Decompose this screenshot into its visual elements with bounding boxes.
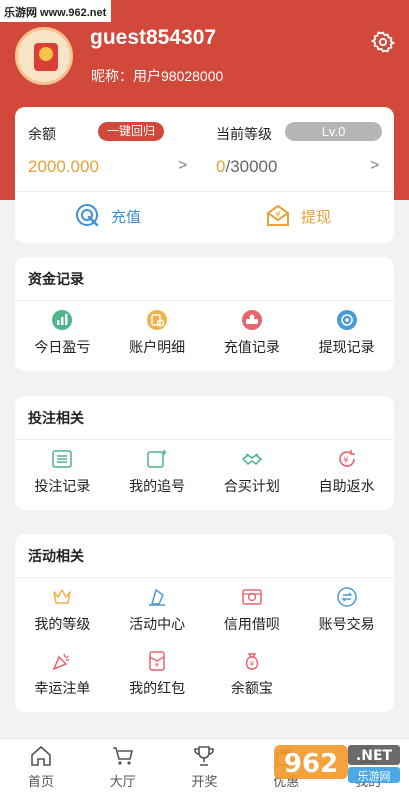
level-total: /30000 (225, 157, 278, 176)
trophy-icon (194, 746, 215, 766)
recharge-record-icon (241, 310, 262, 330)
menu-item-label: 充值记录 (223, 339, 280, 355)
level-arrow-icon[interactable]: > (370, 157, 379, 175)
ledger-icon (147, 310, 168, 330)
recharge-label: 充值 (111, 208, 142, 226)
menu-item-rebate[interactable]: ¥ 自助返水 (299, 440, 394, 504)
menu-item-chart[interactable]: 今日盈亏 (15, 301, 110, 365)
tab-label: 开奖 (191, 774, 218, 789)
redpacket-icon: ¥ (149, 651, 165, 671)
exchange-icon (336, 587, 357, 607)
section-activities: 活动相关 我的等级 活动中心 信用借呗 账号交易幸运注单 ¥ 我的红包 ¥ 余额宝 (15, 534, 394, 712)
section-betting: 投注相关 投注记录 我的追号 合买计划 ¥ 自助返水 (15, 396, 394, 510)
menu-item-exchange[interactable]: 账号交易 (299, 578, 394, 642)
svg-text:乐游网: 乐游网 (358, 770, 391, 783)
menu-item-bet-record[interactable]: 投注记录 (15, 440, 110, 504)
balance-arrow-icon[interactable]: > (178, 157, 187, 175)
section-funds: 资金记录 今日盈亏 账户明细 充值记录 提现记录 (15, 257, 394, 371)
activity-icon (149, 588, 166, 606)
menu-item-label: 合买计划 (223, 478, 280, 494)
username: guest854307 (90, 26, 217, 49)
balance-card: 余额 一键回归 当前等级 Lv.0 2000.000 > 0/30000 > 充… (15, 107, 394, 243)
menu-item-redpacket[interactable]: ¥ 我的红包 (110, 642, 205, 706)
settings-gear-icon[interactable] (371, 30, 395, 54)
menu-item-label: 我的等级 (34, 616, 91, 632)
site-watermark: 乐游网 www.962.net (0, 0, 112, 22)
tab-home[interactable]: 首页 (0, 739, 82, 792)
withdraw-envelope-icon: ¥ (267, 204, 289, 226)
962-logo-watermark: 962 .NET 乐游网 (274, 745, 400, 783)
menu-item-recharge-record[interactable]: 充值记录 (205, 301, 300, 365)
tab-label: 首页 (27, 774, 54, 789)
recharge-icon (76, 204, 99, 227)
menu-item-activity[interactable]: 活动中心 (110, 578, 205, 642)
svg-text:¥: ¥ (275, 210, 280, 219)
level-badge: Lv.0 (285, 122, 382, 141)
divider (15, 191, 394, 192)
menu-item-withdraw-record[interactable]: 提现记录 (299, 301, 394, 365)
level-label: 当前等级 (216, 126, 272, 142)
menu-item-label: 我的追号 (129, 478, 186, 494)
menu-item-label: 我的红包 (129, 680, 186, 696)
section-title: 资金记录 (15, 257, 394, 301)
svg-text:.NET: .NET (356, 748, 393, 764)
menu-item-credit[interactable]: 信用借呗 (205, 578, 300, 642)
menu-item-label: 信用借呗 (223, 616, 280, 632)
cart-icon (112, 747, 133, 765)
level-progress[interactable]: 0/30000 (216, 157, 277, 177)
section-title: 投注相关 (15, 396, 394, 440)
tab-label: 大厅 (109, 774, 136, 789)
balance-value[interactable]: 2000.000 (28, 157, 99, 177)
crown-icon (53, 589, 72, 604)
balance-label: 余额 (28, 126, 56, 142)
menu-item-label: 今日盈亏 (34, 339, 91, 355)
svg-text:¥: ¥ (155, 661, 160, 669)
section-title: 活动相关 (15, 534, 394, 578)
nickname: 昵称：用户98028000 (91, 68, 224, 84)
party-icon (52, 653, 70, 671)
one-click-return-button[interactable]: 一键回归 (98, 122, 164, 141)
menu-item-ledger[interactable]: 账户明细 (110, 301, 205, 365)
svg-text:¥: ¥ (343, 456, 349, 466)
recharge-button[interactable]: 充值 (75, 199, 141, 233)
handshake-icon (241, 453, 262, 465)
avatar[interactable] (15, 27, 73, 85)
menu-item-crown[interactable]: 我的等级 (15, 578, 110, 642)
bet-record-icon (52, 450, 73, 468)
moneybag-icon: ¥ (245, 653, 259, 670)
withdraw-button[interactable]: ¥ 提现 (265, 199, 331, 233)
menu-item-label: 提现记录 (318, 339, 375, 355)
menu-item-label: 自助返水 (318, 478, 375, 494)
menu-item-label: 活动中心 (129, 616, 186, 632)
credit-icon (242, 589, 262, 605)
avatar-coin-icon (39, 47, 53, 61)
menu-item-label: 投注记录 (34, 478, 91, 494)
menu-item-label: 账户明细 (129, 339, 186, 355)
menu-item-label: 幸运注单 (34, 680, 91, 696)
svg-text:962: 962 (284, 749, 338, 779)
menu-item-chase[interactable]: 我的追号 (110, 440, 205, 504)
chart-icon (52, 310, 73, 330)
withdraw-record-icon (336, 310, 357, 330)
menu-item-party[interactable]: 幸运注单 (15, 642, 110, 706)
svg-text:¥: ¥ (250, 660, 255, 668)
rebate-icon: ¥ (338, 450, 355, 467)
withdraw-label: 提现 (301, 208, 332, 226)
chase-icon (147, 450, 167, 468)
menu-item-handshake[interactable]: 合买计划 (205, 440, 300, 504)
tab-cart[interactable]: 大厅 (82, 739, 164, 792)
menu-item-label: 余额宝 (230, 680, 273, 696)
home-icon (31, 745, 51, 766)
menu-item-moneybag[interactable]: ¥ 余额宝 (205, 642, 300, 706)
menu-item-label: 账号交易 (318, 616, 375, 632)
tab-trophy[interactable]: 开奖 (164, 739, 246, 792)
